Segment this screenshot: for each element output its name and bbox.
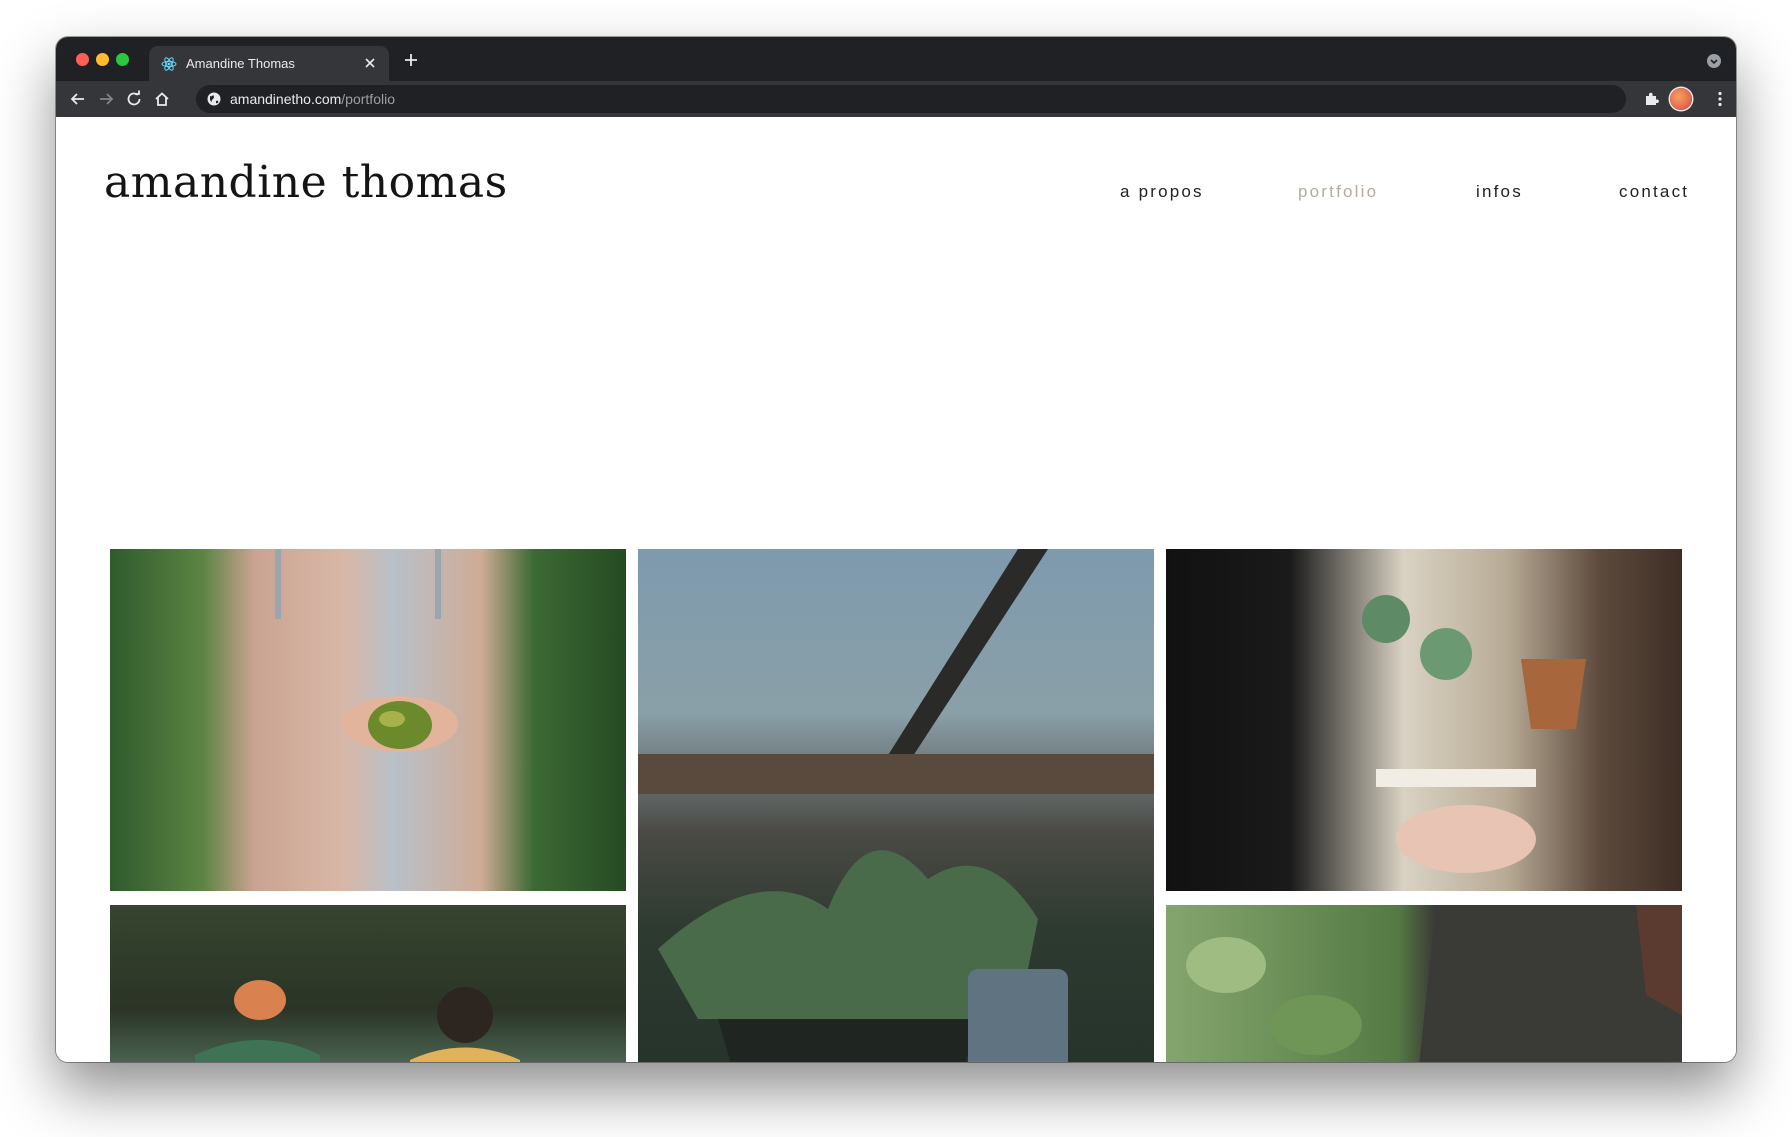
photo-sweater-art: [1186, 905, 1682, 1062]
photo-tomato-art: [275, 549, 458, 752]
extensions-puzzle-icon[interactable]: [1642, 89, 1662, 109]
browser-toolbar: amandinetho.com/portfolio: [56, 81, 1736, 117]
portfolio-photo-tomato[interactable]: [110, 549, 626, 891]
nav-link-a-propos[interactable]: a propos: [1120, 182, 1204, 202]
close-tab-icon[interactable]: [361, 54, 379, 72]
react-favicon-icon: [161, 57, 177, 71]
portfolio-photo-greenhouse-plants[interactable]: [638, 549, 1154, 1062]
profile-avatar[interactable]: [1670, 88, 1692, 110]
tab-bar: Amandine Thomas: [56, 37, 1736, 81]
nav-link-portfolio[interactable]: portfolio: [1298, 182, 1378, 202]
tab-search-icon[interactable]: [1706, 53, 1722, 69]
url-text: amandinetho.com/portfolio: [230, 91, 395, 107]
photo-labels-art: [1362, 595, 1586, 873]
close-window-button[interactable]: [76, 53, 89, 66]
nav-link-infos[interactable]: infos: [1476, 182, 1523, 202]
portfolio-photo-sweater[interactable]: [1166, 905, 1682, 1062]
url-host: amandinetho.com: [230, 91, 342, 107]
photo-conversation-art: [195, 980, 520, 1062]
portfolio-page: amandine thomas a propos portfolio infos…: [56, 117, 1736, 1062]
new-tab-icon[interactable]: [401, 50, 421, 70]
browser-tab[interactable]: Amandine Thomas: [149, 46, 389, 81]
address-bar[interactable]: amandinetho.com/portfolio: [196, 85, 1626, 113]
portfolio-photo-labels[interactable]: [1166, 549, 1682, 891]
menu-kebab-icon[interactable]: [1710, 89, 1730, 109]
forward-arrow-icon[interactable]: [96, 89, 116, 109]
home-icon[interactable]: [152, 89, 172, 109]
back-arrow-icon[interactable]: [68, 89, 88, 109]
tab-title: Amandine Thomas: [186, 56, 295, 71]
minimize-window-button[interactable]: [96, 53, 109, 66]
site-logo[interactable]: amandine thomas: [104, 157, 508, 208]
reload-icon[interactable]: [124, 89, 144, 109]
globe-icon: [207, 92, 221, 106]
maximize-window-button[interactable]: [116, 53, 129, 66]
browser-window: Amandine Thomas amandinetho.com/portfoli…: [56, 37, 1736, 1062]
nav-link-contact[interactable]: contact: [1619, 182, 1689, 202]
portfolio-photo-conversation[interactable]: [110, 905, 626, 1062]
photo-greenhouse-art: [638, 549, 1154, 1062]
url-path: /portfolio: [341, 91, 395, 107]
